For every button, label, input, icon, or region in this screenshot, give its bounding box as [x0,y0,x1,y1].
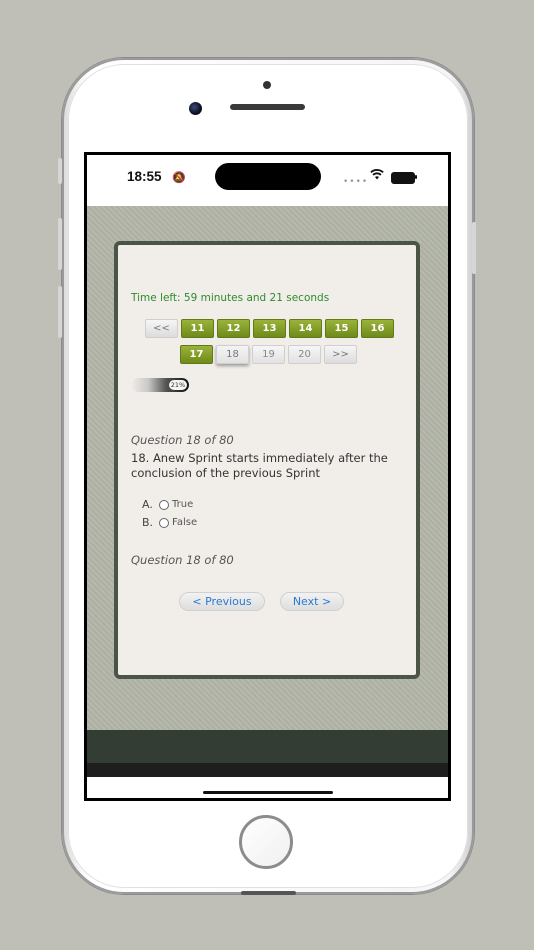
front-camera-icon [189,102,202,115]
progress-bar: 21% [131,378,189,392]
app-content: Time left: 59 minutes and 21 seconds << 1… [87,206,448,730]
page-button-12[interactable]: 12 [217,319,250,338]
bottom-slot [241,891,296,895]
pager-row-1: << 11 12 13 14 15 16 [145,319,394,338]
home-indicator[interactable] [203,791,333,794]
page-button-19[interactable]: 19 [252,345,285,364]
timer-text: Time left: 59 minutes and 21 seconds [131,292,330,304]
footer-strip [87,763,448,777]
page-button-18[interactable]: 18 [216,345,249,364]
page-prev-group-button[interactable]: << [145,319,178,338]
dynamic-island [215,163,321,190]
battery-tip [415,175,417,179]
option-b-label: False [172,517,198,528]
volume-down-button [58,286,62,338]
page-button-16[interactable]: 16 [361,319,394,338]
status-time: 18:55 [127,169,162,184]
page-button-14[interactable]: 14 [289,319,322,338]
page-button-20[interactable]: 20 [288,345,321,364]
question-count-bottom: Question 18 of 80 [131,553,234,567]
previous-button[interactable]: < Previous [179,592,265,611]
page-button-15[interactable]: 15 [325,319,358,338]
option-a-radio[interactable] [159,499,169,510]
option-b-letter: B. [142,516,154,529]
option-b-radio[interactable] [159,517,169,528]
option-a-letter: A. [142,498,153,511]
earpiece-speaker [230,104,305,110]
battery-icon [391,172,415,184]
proximity-sensor [263,81,271,89]
option-a[interactable]: A. True [142,498,193,511]
pager-row-2: 17 18 19 20 >> [180,345,357,364]
quiz-card: Time left: 59 minutes and 21 seconds << 1… [114,241,420,679]
option-b[interactable]: B. False [142,516,197,529]
question-text: 18. Anew Sprint starts immediately after… [131,451,388,480]
option-a-label: True [172,499,194,510]
footer-bar [87,730,448,763]
question-count-top: Question 18 of 80 [131,433,234,447]
page-next-group-button[interactable]: >> [324,345,357,364]
page-button-13[interactable]: 13 [253,319,286,338]
signal-icon: •••• [343,177,369,187]
next-button[interactable]: Next > [280,592,344,611]
power-button [472,222,476,274]
home-indicator-area [87,777,448,798]
progress-label: 21% [169,380,187,390]
screen: 18:55 🔕 •••• Time left: 59 minutes and 2… [84,152,451,801]
page-button-11[interactable]: 11 [181,319,214,338]
page-button-17[interactable]: 17 [180,345,213,364]
wifi-icon [370,169,384,184]
home-button[interactable] [239,815,293,869]
status-bar: 18:55 🔕 •••• [87,155,448,206]
volume-up-button [58,218,62,270]
mute-switch [58,158,62,184]
bell-muted-icon: 🔕 [172,171,186,184]
